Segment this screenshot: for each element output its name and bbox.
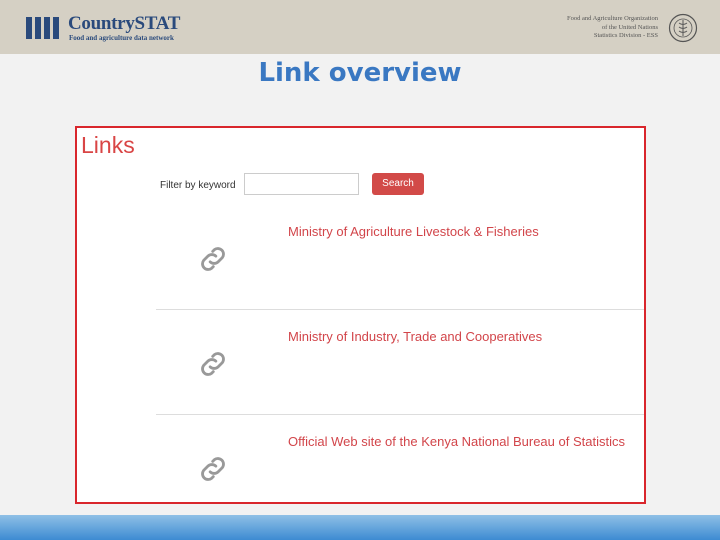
logo-subtitle: Food and agriculture data network <box>69 34 174 42</box>
keyword-filter-input[interactable] <box>244 173 359 195</box>
link-ministry-agriculture[interactable]: Ministry of Agriculture Livestock & Fish… <box>288 224 539 239</box>
org-line: of the United Nations <box>601 23 658 31</box>
bottom-accent-bar <box>0 515 720 540</box>
list-item[interactable]: Ministry of Industry, Trade and Cooperat… <box>156 310 644 415</box>
link-ministry-industry[interactable]: Ministry of Industry, Trade and Cooperat… <box>288 329 542 344</box>
filter-label: Filter by keyword <box>160 180 236 191</box>
org-line: Statistics Division - ESS <box>593 32 658 39</box>
search-button[interactable]: Search <box>372 173 424 195</box>
fao-org-name: Food and Agriculture Organization of the… <box>567 15 658 41</box>
slide-title: Link overview <box>258 58 462 88</box>
link-kenya-bureau-statistics[interactable]: Official Web site of the Kenya National … <box>288 434 625 449</box>
link-icon <box>201 352 225 376</box>
link-icon <box>201 457 225 481</box>
list-item[interactable]: Ministry of Agriculture Livestock & Fish… <box>156 205 644 310</box>
links-page-screenshot: Links Filter by keyword Search Ministry … <box>75 126 646 504</box>
org-line: Food and Agriculture Organization <box>566 15 658 22</box>
header-band: CountrySTAT Food and agriculture data ne… <box>0 0 720 54</box>
countrystat-logo-icon <box>26 17 59 39</box>
page-heading: Links <box>81 132 135 158</box>
list-item[interactable]: Official Web site of the Kenya National … <box>156 415 644 502</box>
fao-emblem-icon <box>668 13 698 43</box>
link-icon <box>201 247 225 271</box>
logo-title: CountrySTAT <box>68 13 181 34</box>
